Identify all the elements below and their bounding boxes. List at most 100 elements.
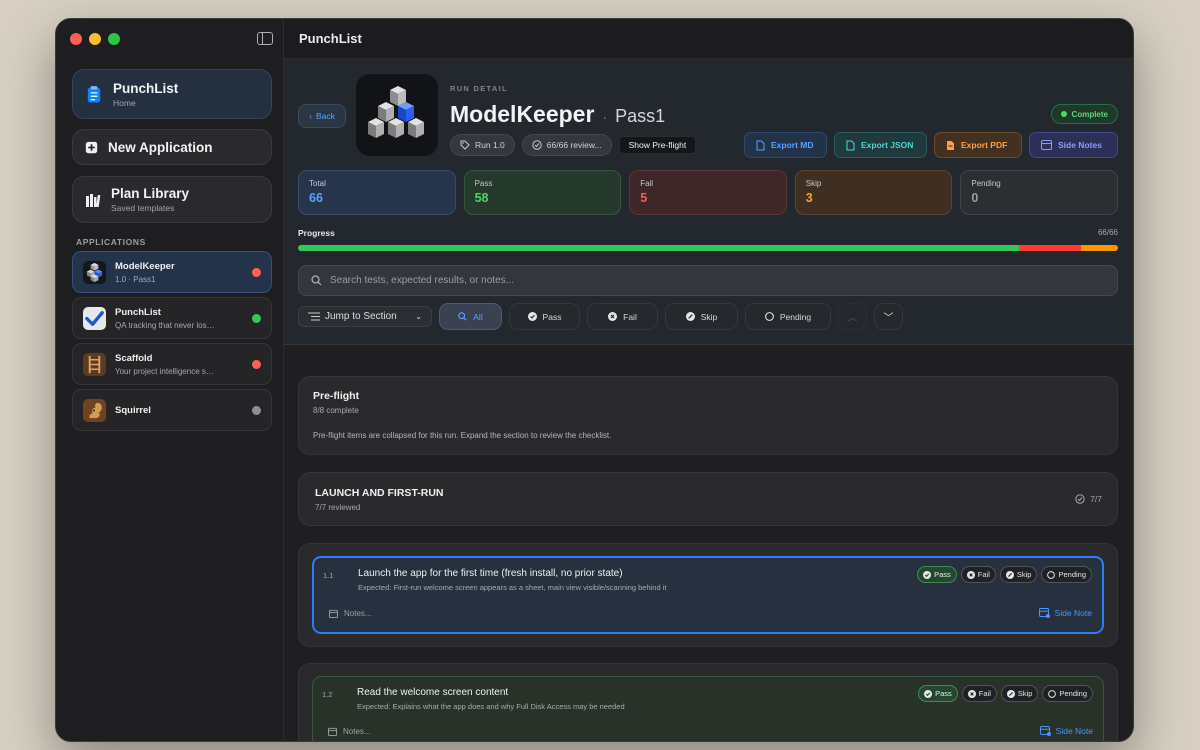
checklist-item-wrapper: 1.1 Launch the app for the first time (f…	[298, 543, 1118, 647]
export-json-label: Export JSON	[861, 140, 914, 150]
checklist-item[interactable]: 1.2 Read the welcome screen content Expe…	[312, 676, 1104, 741]
close-window-button[interactable]	[70, 33, 82, 45]
app-desc: 1.0 · Pass1	[115, 274, 156, 284]
export-md-button[interactable]: Export MD	[744, 132, 827, 158]
export-json-button[interactable]: Export JSON	[834, 132, 927, 158]
previous-section-button[interactable]: ︿	[838, 303, 867, 330]
title-separator: ·	[602, 109, 608, 125]
skip-circle-icon	[685, 312, 695, 321]
pill-label: Pending	[1058, 570, 1086, 579]
new-application-label: New Application	[108, 139, 213, 155]
main-pane: PunchList ‹ Back RUN DETAIL ModelKeeper …	[284, 19, 1133, 741]
applications-heading: APPLICATIONS	[76, 237, 146, 247]
pill-pending[interactable]: Pending	[1042, 685, 1093, 702]
app-name: Scaffold	[115, 352, 153, 364]
stat-total[interactable]: Total 66	[298, 170, 456, 215]
chevron-left-icon: ‹	[309, 111, 312, 121]
launch-section-header[interactable]: LAUNCH AND FIRST-RUN 7/7 reviewed 7/7	[298, 472, 1118, 526]
reviewed-chip[interactable]: 66/66 review...	[521, 134, 612, 156]
pill-skip[interactable]: Skip	[999, 566, 1038, 583]
next-section-button[interactable]: ﹀	[874, 303, 903, 330]
filter-fail[interactable]: Fail	[587, 303, 658, 330]
filter-pass[interactable]: Pass	[509, 303, 580, 330]
run-version-chip[interactable]: Run 1.0	[450, 134, 515, 156]
item-expected: Expected: Explains what the app does and…	[357, 702, 625, 711]
side-note-button[interactable]: Side Note	[1039, 726, 1093, 736]
stat-pass[interactable]: Pass 58	[463, 170, 622, 215]
notes-field[interactable]: Notes...	[329, 609, 372, 618]
run-name: Pass1	[615, 106, 666, 126]
jump-to-section-select[interactable]: Jump to Section ⌄	[298, 306, 432, 327]
status-dot	[252, 359, 261, 369]
progress-bar	[298, 245, 1118, 251]
stat-label: Pending	[971, 179, 1001, 188]
preflight-section[interactable]: Pre-flight 8/8 complete Pre-flight items…	[298, 376, 1118, 455]
plan-library-button[interactable]: Plan Library Saved templates	[72, 176, 272, 223]
window-title: PunchList	[284, 19, 1133, 59]
plan-library-subtitle: Saved templates	[111, 203, 175, 213]
stat-pending[interactable]: Pending 0	[960, 170, 1118, 215]
pill-label: Fail	[978, 689, 991, 698]
x-circle-icon	[966, 570, 975, 579]
skip-circle-icon	[1006, 689, 1015, 698]
document-icon	[756, 140, 765, 150]
ladder-icon	[83, 352, 106, 376]
status-dot	[252, 267, 261, 277]
notes-field[interactable]: Notes...	[328, 727, 371, 736]
pill-pass[interactable]: Pass	[917, 566, 957, 583]
chevron-down-icon: ⌄	[415, 312, 422, 321]
search-placeholder: Search tests, expected results, or notes…	[330, 275, 514, 286]
sidebar-app-scaffold[interactable]: Scaffold Your project intelligence s…	[72, 343, 272, 385]
sidebar-home-title: PunchList	[113, 80, 179, 96]
progress-pass-segment	[298, 245, 1019, 251]
pill-skip[interactable]: Skip	[1000, 685, 1039, 702]
status-dot	[1060, 111, 1067, 117]
filter-pass-label: Pass	[542, 311, 562, 322]
sidebar-app-squirrel[interactable]: Squirrel	[72, 389, 272, 431]
pill-pending[interactable]: Pending	[1041, 566, 1092, 583]
empty-circle-icon	[1047, 570, 1056, 579]
filter-skip[interactable]: Skip	[665, 303, 738, 330]
stat-label: Skip	[805, 179, 822, 188]
plan-library-title: Plan Library	[111, 186, 190, 201]
section-title: LAUNCH AND FIRST-RUN	[315, 487, 444, 499]
side-note-label: Side Note	[1054, 608, 1092, 618]
chevron-down-icon: ﹀	[883, 313, 894, 324]
filter-pending-label: Pending	[779, 311, 812, 322]
filter-all-label: All	[473, 311, 483, 322]
note-add-icon	[1038, 608, 1050, 618]
section-subtitle: 8/8 complete	[313, 406, 359, 415]
notes-icon	[1041, 140, 1052, 150]
stat-skip[interactable]: Skip 3	[794, 170, 953, 215]
filter-all[interactable]: All	[439, 303, 502, 330]
show-preflight-button[interactable]: Show Pre-flight	[618, 136, 697, 154]
side-notes-button[interactable]: Side Notes	[1029, 132, 1118, 158]
back-button[interactable]: ‹ Back	[298, 104, 346, 128]
filter-pending[interactable]: Pending	[745, 303, 831, 330]
sidebar-home[interactable]: PunchList Home	[72, 69, 272, 119]
checklist-item[interactable]: 1.1 Launch the app for the first time (f…	[312, 556, 1104, 634]
stat-value: 0	[971, 191, 979, 205]
side-note-button[interactable]: Side Note	[1038, 608, 1092, 618]
sidebar-app-modelkeeper[interactable]: ModelKeeper 1.0 · Pass1	[72, 251, 272, 293]
sidebar-app-punchlist[interactable]: PunchList QA tracking that never los…	[72, 297, 272, 339]
pill-fail[interactable]: Fail	[961, 685, 997, 702]
search-icon	[458, 312, 467, 321]
export-pdf-button[interactable]: Export PDF	[934, 132, 1022, 158]
export-pdf-label: Export PDF	[961, 140, 1008, 150]
section-count: 7/7	[1075, 494, 1102, 504]
tag-icon	[460, 140, 470, 150]
minimize-window-button[interactable]	[89, 33, 101, 45]
pill-label: Pass	[934, 570, 951, 579]
stat-label: Total	[309, 179, 326, 188]
sidebar-toggle-icon[interactable]	[257, 32, 273, 45]
new-application-button[interactable]: New Application	[72, 129, 272, 165]
pill-pass[interactable]: Pass	[918, 685, 958, 702]
stat-fail[interactable]: Fail 5	[629, 170, 787, 215]
status-dot	[252, 313, 261, 323]
pill-fail[interactable]: Fail	[960, 566, 996, 583]
search-input[interactable]: Search tests, expected results, or notes…	[298, 265, 1118, 296]
status-pills: Pass Fail Skip Pending	[918, 685, 1093, 702]
pill-label: Pending	[1059, 689, 1087, 698]
zoom-window-button[interactable]	[108, 33, 120, 45]
